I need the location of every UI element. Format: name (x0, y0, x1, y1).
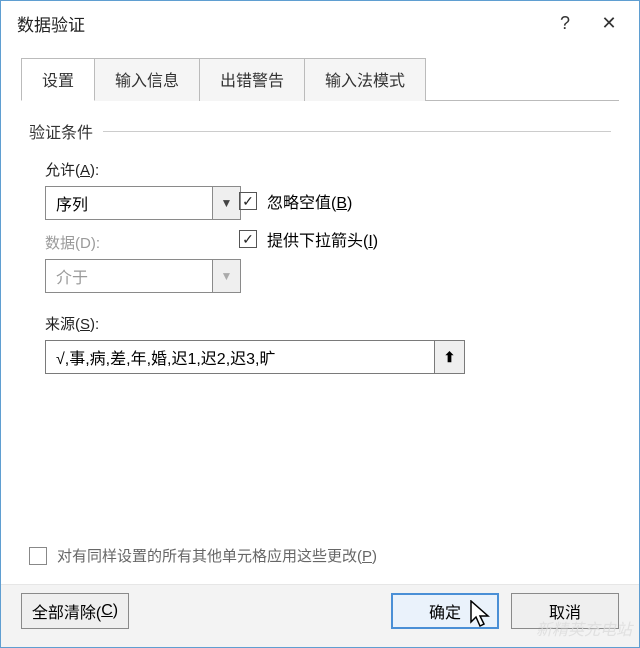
data-dropdown-button: ▼ (212, 260, 240, 292)
apply-same-label: 对有同样设置的所有其他单元格应用这些更改(P) (57, 545, 377, 566)
allow-select[interactable]: 序列 ▼ (45, 186, 241, 220)
checkbox-icon (239, 230, 257, 248)
dialog-body: 验证条件 允许(A): 序列 ▼ 数据(D): 介于 (1, 101, 639, 545)
divider (103, 131, 611, 132)
ok-button[interactable]: 确定 (391, 593, 499, 629)
tabs-container: 设置 输入信息 出错警告 输入法模式 (1, 45, 639, 101)
tab-settings[interactable]: 设置 (21, 58, 95, 101)
ignore-blank-label: 忽略空值(B) (267, 189, 352, 213)
source-label: 来源(S): (45, 313, 611, 334)
in-cell-dropdown-label: 提供下拉箭头(I) (267, 227, 378, 251)
ignore-blank-checkbox[interactable]: 忽略空值(B) (239, 189, 611, 213)
help-button[interactable]: ? (543, 5, 587, 41)
range-select-button[interactable]: ⬆ (435, 340, 465, 374)
data-validation-dialog: 数据验证 ? ✕ 设置 输入信息 出错警告 输入法模式 验证条件 允许(A): … (0, 0, 640, 648)
in-cell-dropdown-checkbox[interactable]: 提供下拉箭头(I) (239, 227, 611, 251)
tab-ime-mode[interactable]: 输入法模式 (304, 58, 426, 101)
allow-dropdown-button[interactable]: ▼ (212, 187, 240, 219)
data-select: 介于 ▼ (45, 259, 241, 293)
tab-error-alert[interactable]: 出错警告 (199, 58, 305, 101)
criteria-left: 允许(A): 序列 ▼ 数据(D): 介于 ▼ (29, 159, 239, 305)
dialog-title: 数据验证 (17, 11, 543, 36)
criteria-right: 忽略空值(B) 提供下拉箭头(I) (239, 159, 611, 265)
chevron-down-icon: ▼ (221, 196, 233, 210)
allow-value: 序列 (46, 187, 212, 219)
close-button[interactable]: ✕ (587, 5, 631, 41)
close-icon: ✕ (601, 13, 616, 34)
data-value: 介于 (46, 260, 212, 292)
criteria-legend: 验证条件 (29, 119, 611, 143)
allow-label: 允许(A): (45, 159, 239, 180)
source-area: 来源(S): ⬆ (29, 313, 611, 374)
apply-same-checkbox[interactable]: 对有同样设置的所有其他单元格应用这些更改(P) (1, 545, 639, 566)
checkbox-icon (29, 547, 47, 565)
source-input-row: ⬆ (45, 340, 465, 374)
tabs: 设置 输入信息 出错警告 输入法模式 (21, 57, 619, 101)
checkbox-icon (239, 192, 257, 210)
data-label: 数据(D): (45, 232, 239, 253)
titlebar: 数据验证 ? ✕ (1, 1, 639, 45)
criteria-row: 允许(A): 序列 ▼ 数据(D): 介于 ▼ (29, 159, 611, 305)
watermark: 新精英充电站 (536, 616, 632, 640)
clear-all-button[interactable]: 全部清除(C) (21, 593, 129, 629)
chevron-down-icon: ▼ (221, 269, 233, 283)
range-select-icon: ⬆ (444, 349, 456, 366)
tab-input-message[interactable]: 输入信息 (94, 58, 200, 101)
source-input[interactable] (45, 340, 435, 374)
